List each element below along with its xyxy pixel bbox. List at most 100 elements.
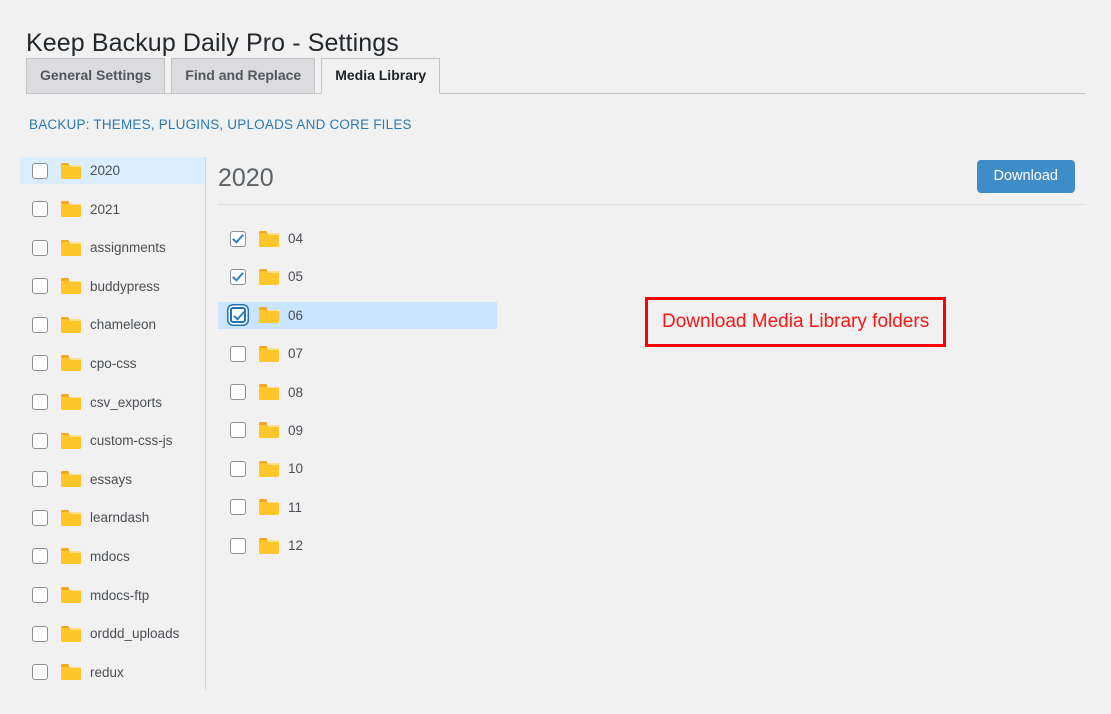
sidebar-folder-checkbox[interactable] [32,626,48,642]
month-folder-label: 07 [288,346,303,361]
sidebar-folder-label: 2020 [90,163,120,178]
month-folder-row[interactable]: 10 [218,455,497,482]
main-pane: 2020 Download 04 05 06 07 08 09 10 11 12 [206,157,1111,714]
sidebar-folder-label: 2021 [90,202,120,217]
folder-icon [259,538,279,554]
sidebar-folder-checkbox[interactable] [32,163,48,179]
pane-divider [218,204,1085,205]
folder-icon [61,163,81,179]
sidebar-folder-checkbox[interactable] [32,240,48,256]
month-folder-row[interactable]: 12 [218,532,497,559]
sidebar-folder-label: custom-css-js [90,433,173,448]
folder-icon [61,548,81,564]
month-folder-label: 05 [288,269,303,284]
sidebar-folder-label: mdocs-ftp [90,588,149,603]
month-folder-checkbox[interactable] [230,461,246,477]
folder-icon [61,664,81,680]
month-folder-row[interactable]: 08 [218,379,497,406]
month-folder-label: 11 [288,500,302,515]
month-folder-label: 08 [288,385,303,400]
tab-media-library[interactable]: Media Library [321,58,440,94]
sidebar-folder-row[interactable]: csv_exports [20,389,205,416]
tab-find-and-replace[interactable]: Find and Replace [171,58,315,93]
sidebar-folder-checkbox[interactable] [32,433,48,449]
folder-icon [61,278,81,294]
folder-icon [61,626,81,642]
sidebar-folder-row[interactable]: mdocs-ftp [20,582,205,609]
month-folder-checkbox[interactable] [230,499,246,515]
folder-icon [259,269,279,285]
month-folder-row[interactable]: 09 [218,417,497,444]
month-folder-row[interactable]: 04 [218,225,497,252]
sidebar-folder-checkbox[interactable] [32,355,48,371]
download-button[interactable]: Download [977,160,1076,193]
sidebar-folder-row[interactable]: 2020 [20,157,205,184]
sidebar-folder-row[interactable]: mdocs [20,543,205,570]
sidebar-folder-checkbox[interactable] [32,317,48,333]
tab-general-settings[interactable]: General Settings [26,58,165,93]
sidebar-folder-row[interactable]: learndash [20,504,205,531]
sidebar-folder-label: essays [90,472,132,487]
sidebar-folder-row[interactable]: essays [20,466,205,493]
folder-icon [61,394,81,410]
sidebar-folder-row[interactable]: assignments [20,234,205,261]
sidebar-folder-row[interactable]: orddd_uploads [20,620,205,647]
folder-icon [259,231,279,247]
selected-folder-heading: 2020 [218,164,274,193]
folder-icon [61,317,81,333]
sidebar-folder-checkbox[interactable] [32,394,48,410]
sidebar-folder-checkbox[interactable] [32,510,48,526]
folder-icon [61,471,81,487]
sidebar-folder-checkbox[interactable] [32,471,48,487]
month-folder-row[interactable]: 07 [218,340,497,367]
sidebar-folder-row[interactable]: buddypress [20,273,205,300]
sidebar-folder-label: redux [90,665,124,680]
sidebar-folder-row[interactable]: redux [20,659,205,686]
month-folder-row[interactable]: 05 [218,263,497,290]
month-folder-checkbox[interactable] [230,231,246,247]
month-folder-label: 12 [288,538,303,553]
sidebar-folder-label: learndash [90,510,149,525]
tab-bar: General SettingsFind and ReplaceMedia Li… [26,58,1085,94]
month-folder-label: 04 [288,231,303,246]
month-folder-label: 06 [288,308,303,323]
folder-icon [61,587,81,603]
folder-icon [259,384,279,400]
sidebar-folder-row[interactable]: chameleon [20,311,205,338]
page-title: Keep Backup Daily Pro - Settings [26,29,399,58]
sidebar-folder-label: cpo-css [90,356,137,371]
month-folder-row[interactable]: 06 [218,302,497,329]
month-folder-checkbox[interactable] [230,307,246,323]
month-folder-checkbox[interactable] [230,269,246,285]
folder-icon [259,461,279,477]
sidebar-folder-checkbox[interactable] [32,548,48,564]
sidebar-folder-row[interactable]: 2021 [20,196,205,223]
sidebar-folder-label: orddd_uploads [90,626,179,641]
sidebar-folder-label: buddypress [90,279,160,294]
folder-icon [259,346,279,362]
folder-icon [61,355,81,371]
folder-icon [61,240,81,256]
month-folder-checkbox[interactable] [230,422,246,438]
sidebar-folder-checkbox[interactable] [32,278,48,294]
month-folder-checkbox[interactable] [230,346,246,362]
month-folder-row[interactable]: 11 [218,494,497,521]
sidebar-folder-label: chameleon [90,317,156,332]
sidebar-folder-checkbox[interactable] [32,587,48,603]
month-folder-label: 10 [288,461,303,476]
month-folder-checkbox[interactable] [230,384,246,400]
sidebar-folder-label: mdocs [90,549,130,564]
month-folder-list: 04 05 06 07 08 09 10 11 12 [218,225,497,571]
folder-icon [61,201,81,217]
sidebar-folder-row[interactable]: custom-css-js [20,427,205,454]
sidebar-folder-checkbox[interactable] [32,201,48,217]
folder-sidebar: 2020 2021 assignments buddypress chameleon cp… [20,157,206,690]
backup-scope-link[interactable]: BACKUP: THEMES, PLUGINS, UPLOADS AND COR… [29,117,412,132]
folder-icon [259,307,279,323]
annotation-callout: Download Media Library folders [645,297,946,347]
sidebar-folder-checkbox[interactable] [32,664,48,680]
sidebar-folder-row[interactable]: cpo-css [20,350,205,377]
month-folder-label: 09 [288,423,303,438]
folder-icon [259,422,279,438]
month-folder-checkbox[interactable] [230,538,246,554]
